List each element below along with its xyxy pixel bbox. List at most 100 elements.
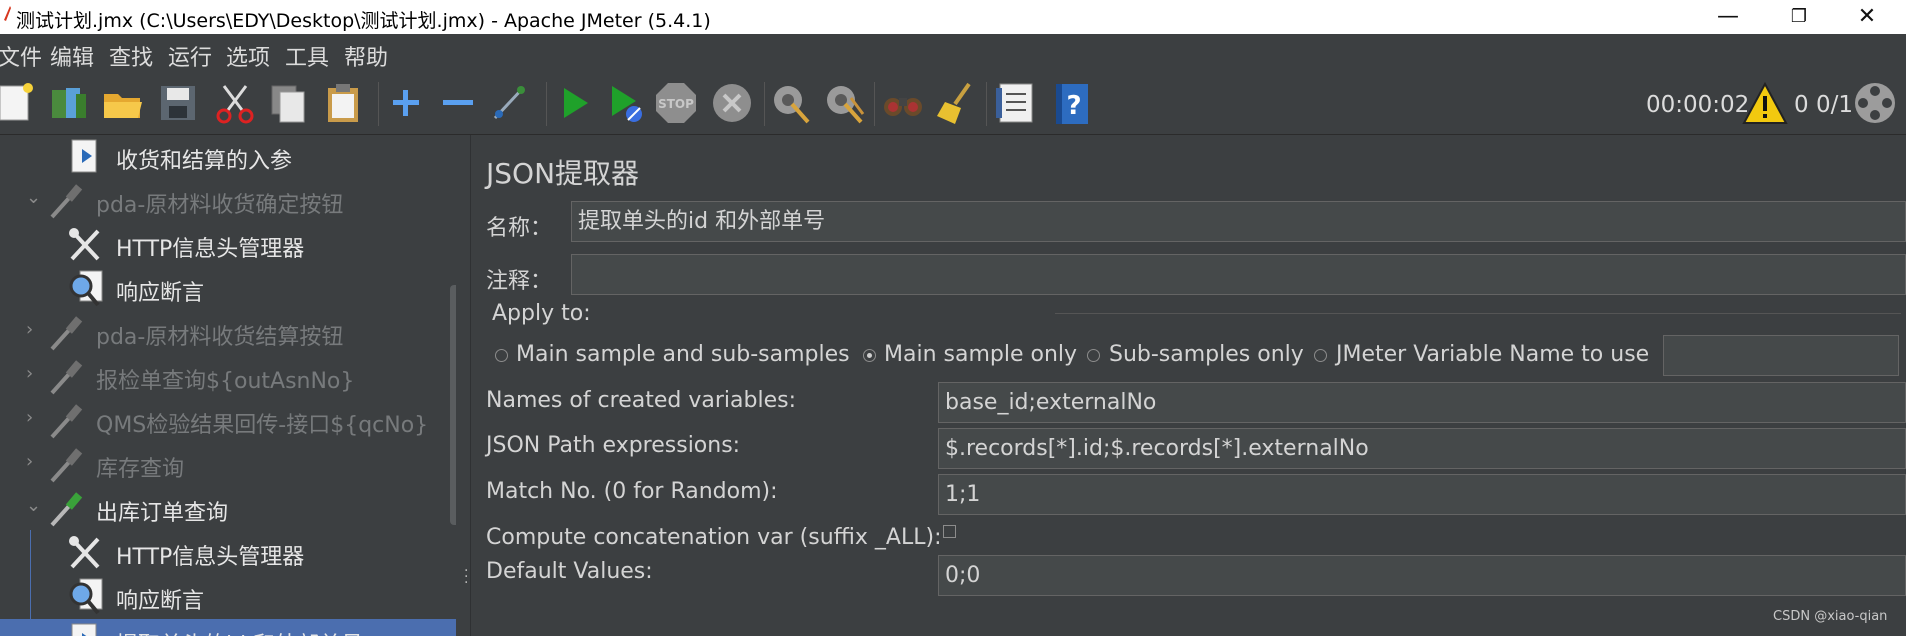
running-status-icon xyxy=(1855,83,1895,123)
tree-item-label: pda-原材料收货确定按钮 xyxy=(96,193,344,218)
split-pane-divider[interactable] xyxy=(462,135,471,636)
splitter-grip[interactable]: · · · xyxy=(464,564,468,590)
menu-run[interactable]: 运行 xyxy=(168,40,212,72)
tree-item[interactable]: ⌄ pda-原材料收货确定按钮 xyxy=(0,179,456,223)
tree-item-label: 出库订单查询 xyxy=(96,501,229,526)
radio-jmeter-variable[interactable] xyxy=(1314,349,1327,362)
pipette-icon xyxy=(50,316,83,351)
document-arrow-icon xyxy=(71,139,97,173)
pipette-icon xyxy=(50,404,83,439)
tree-scrollbar[interactable] xyxy=(450,285,456,525)
tree-item[interactable]: ⌄ 出库订单查询 xyxy=(0,487,456,531)
stop-icon[interactable]: STOP xyxy=(653,80,699,126)
match-no-field[interactable]: 1;1 xyxy=(938,474,1906,515)
tree-item[interactable]: HTTP信息头管理器 xyxy=(0,531,456,575)
apply-to-label: Apply to: xyxy=(492,301,591,326)
tree-item[interactable]: HTTP信息头管理器 xyxy=(0,223,456,267)
open-icon[interactable] xyxy=(100,80,146,126)
radio-main-and-sub[interactable] xyxy=(495,349,508,362)
radio-main-only[interactable] xyxy=(863,349,876,362)
chevron-right-icon[interactable]: › xyxy=(26,451,33,472)
tree-item[interactable]: 收货和结算的入参 xyxy=(0,135,456,179)
radio-main-and-sub-label[interactable]: Main sample and sub-samples xyxy=(516,342,850,367)
tools-icon xyxy=(69,536,100,569)
templates-icon[interactable] xyxy=(46,80,92,126)
radio-jmeter-variable-label[interactable]: JMeter Variable Name to use xyxy=(1336,342,1649,367)
search-icon[interactable] xyxy=(880,80,926,126)
collapse-icon[interactable] xyxy=(435,80,481,126)
svg-text:?: ? xyxy=(1066,91,1081,121)
name-field[interactable]: 提取单头的id 和外部单号 xyxy=(571,201,1906,242)
tree-item[interactable]: › 库存查询 xyxy=(0,443,456,487)
tree-item[interactable]: › QMS检验结果回传-接口${qcNo} xyxy=(0,399,456,443)
concat-checkbox[interactable] xyxy=(943,525,956,538)
apply-to-group-border xyxy=(1055,313,1901,314)
help-icon[interactable]: ? xyxy=(1048,80,1094,126)
json-path-field[interactable]: $.records[*].id;$.records[*].externalNo xyxy=(938,428,1906,469)
menu-search[interactable]: 查找 xyxy=(109,40,153,72)
tree-item-label: QMS检验结果回传-接口${qcNo} xyxy=(96,413,429,438)
tree-item-label: HTTP信息头管理器 xyxy=(116,545,305,570)
menu-file[interactable]: 文件 xyxy=(0,40,42,72)
chevron-right-icon[interactable]: › xyxy=(26,407,33,428)
warning-icon[interactable] xyxy=(1742,82,1788,126)
start-icon[interactable] xyxy=(552,80,598,126)
pipette-icon xyxy=(50,184,83,219)
page-title: JSON提取器 xyxy=(486,157,640,190)
reset-search-icon[interactable] xyxy=(933,80,979,126)
watermark-text: CSDN @xiao-qian xyxy=(1773,609,1888,624)
chevron-right-icon[interactable]: › xyxy=(26,363,33,384)
menu-help[interactable]: 帮助 xyxy=(344,40,388,72)
menu-tools[interactable]: 工具 xyxy=(285,40,329,72)
tree-item[interactable]: › pda-原材料收货结算按钮 xyxy=(0,311,456,355)
tree-item-label: 响应断言 xyxy=(116,281,205,306)
tree-item[interactable]: 提取单头的id 和外部单号 xyxy=(0,619,456,636)
tree-item[interactable]: 响应断言 xyxy=(0,267,456,311)
tree-item[interactable]: 响应断言 xyxy=(0,575,456,619)
tree-item[interactable]: › 报检单查询${outAsnNo} xyxy=(0,355,456,399)
clear-all-icon[interactable] xyxy=(821,80,867,126)
comment-field[interactable] xyxy=(571,254,1906,295)
jmeter-variable-field[interactable] xyxy=(1663,335,1899,376)
default-values-field[interactable]: 0;0 xyxy=(938,555,1906,596)
json-path-label: JSON Path expressions: xyxy=(486,433,741,458)
function-helper-icon[interactable] xyxy=(994,80,1040,126)
clear-icon[interactable] xyxy=(768,80,814,126)
chevron-down-icon[interactable]: ⌄ xyxy=(26,495,41,516)
toggle-icon[interactable] xyxy=(487,80,533,126)
magnifier-icon xyxy=(69,270,103,307)
shutdown-icon[interactable] xyxy=(709,80,755,126)
chevron-down-icon[interactable]: ⌄ xyxy=(26,187,41,208)
tree-item-label: 响应断言 xyxy=(116,589,205,614)
toolbar-separator xyxy=(764,82,765,126)
radio-sub-only-label[interactable]: Sub-samples only xyxy=(1109,342,1304,367)
minimize-button[interactable]: — xyxy=(1697,0,1759,34)
radio-main-only-label[interactable]: Main sample only xyxy=(884,342,1077,367)
name-label: 名称： xyxy=(486,216,553,241)
tools-icon xyxy=(69,228,100,261)
toolbar-separator xyxy=(986,82,987,126)
svg-text:STOP: STOP xyxy=(658,97,694,111)
paste-icon[interactable] xyxy=(320,80,366,126)
close-button[interactable]: ✕ xyxy=(1836,0,1898,34)
tree-item-label: 库存查询 xyxy=(96,457,185,482)
expand-icon[interactable] xyxy=(383,80,429,126)
json-extractor-panel: JSON提取器 名称： 提取单头的id 和外部单号 注释： Apply to: … xyxy=(471,135,1906,636)
tree-item-label: pda-原材料收货结算按钮 xyxy=(96,325,344,350)
new-icon[interactable] xyxy=(0,80,40,126)
menu-edit[interactable]: 编辑 xyxy=(50,40,94,72)
variable-names-field[interactable]: base_id;externalNo xyxy=(938,382,1906,423)
magnifier-icon xyxy=(69,578,103,615)
cut-icon[interactable] xyxy=(212,80,258,126)
menu-options[interactable]: 选项 xyxy=(226,40,270,72)
start-no-pause-icon[interactable] xyxy=(602,80,648,126)
toolbar-separator xyxy=(874,82,875,126)
maximize-button[interactable]: ❐ xyxy=(1768,0,1830,34)
toolbar-separator xyxy=(546,82,547,126)
chevron-right-icon[interactable]: › xyxy=(26,319,33,340)
document-arrow-icon xyxy=(71,623,97,636)
pipette-icon xyxy=(50,448,83,483)
radio-sub-only[interactable] xyxy=(1087,349,1100,362)
save-icon[interactable] xyxy=(155,80,201,126)
copy-icon[interactable] xyxy=(266,80,312,126)
